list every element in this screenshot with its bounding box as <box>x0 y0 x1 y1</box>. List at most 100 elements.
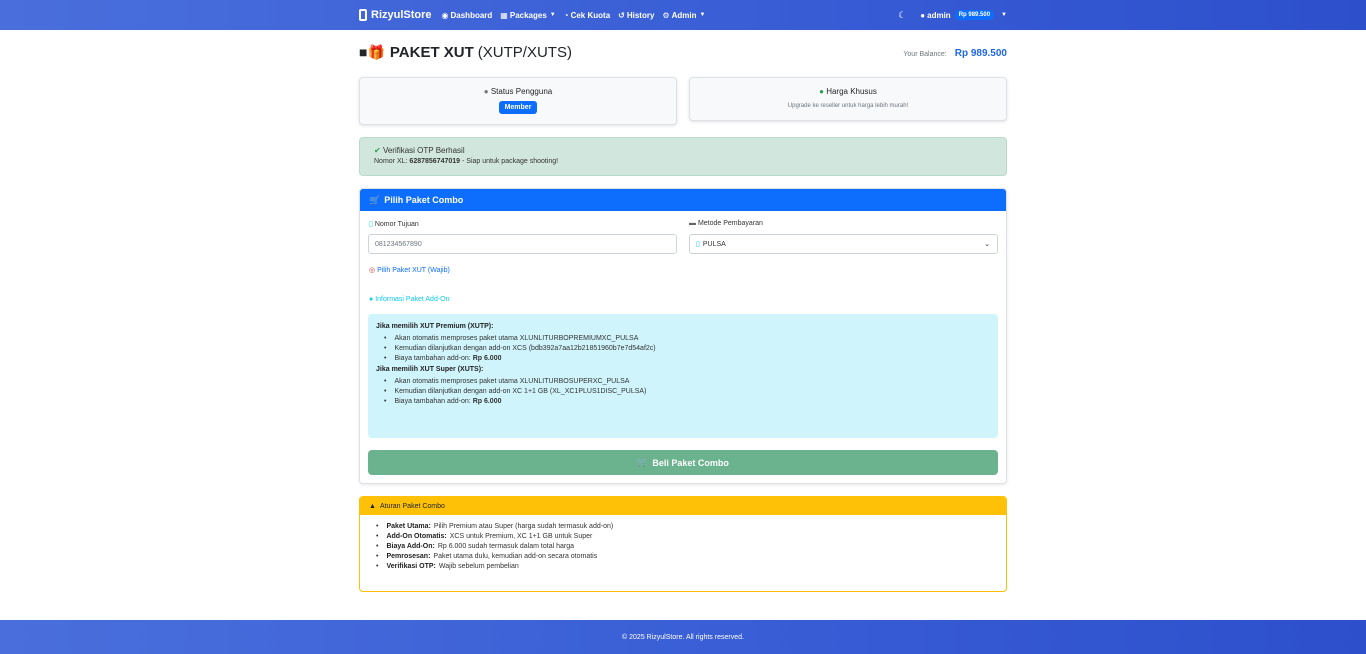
card-icon: ▬ <box>689 220 696 227</box>
money-icon: ● <box>819 87 824 96</box>
list-item: Kemudian dilanjutkan dengan add-on XC 1+… <box>384 388 990 395</box>
rule-text: Wajib sebelum pembelian <box>438 563 519 570</box>
nav-cek-kuota-label: Cek Kuota <box>570 10 611 20</box>
brand-name: RizyulStore <box>371 9 432 21</box>
rule-text: Rp 6.000 sudah termasuk dalam total harg… <box>437 543 575 550</box>
check-icon: ✔ <box>374 146 381 155</box>
payment-method-label: ▬ Metode Pembayaran <box>689 220 763 227</box>
target-icon: ◎ <box>369 267 376 274</box>
rule-text: XCS untuk Premium, XC 1+1 GB untuk Super <box>449 533 593 540</box>
user-name: admin <box>927 10 951 20</box>
list-item: Biaya Add-On:Rp 6.000 sudah termasuk dal… <box>376 543 1006 550</box>
otp-number-line: Nomor XL: 6287856747019 - Siap untuk pac… <box>374 158 992 165</box>
otp-success-alert: ✔ Verifikasi OTP Berhasil Nomor XL: 6287… <box>359 137 1007 176</box>
user-menu[interactable]: ● admin Rp 989.500 ▼ <box>920 10 1007 20</box>
phone-icon: ▯ <box>369 221 373 228</box>
brand-link[interactable]: RizyulStore <box>359 9 432 21</box>
list-item: Paket Utama:Pilih Premium atau Super (ha… <box>376 523 1006 530</box>
combo-card-header: 🛒 Pilih Paket Combo <box>360 189 1006 211</box>
nav-cek-kuota[interactable]: ◔ Cek Kuota <box>564 11 610 20</box>
cart-icon: 🛒 <box>369 194 381 205</box>
combo-card: 🛒 Pilih Paket Combo ▯ Nomor Tujuan 08123… <box>359 188 1007 484</box>
super-title: Jika memilih XUT Super (XUTS): <box>376 366 484 373</box>
nav-dashboard[interactable]: ◉ Dashboard <box>442 11 493 20</box>
rule-key: Pemrosesan: <box>386 553 431 560</box>
list-item: Akan otomatis memproses paket utama XLUN… <box>384 335 990 342</box>
user-icon: ● <box>920 10 926 20</box>
super-list: Akan otomatis memproses paket utama XLUN… <box>384 378 990 405</box>
chevron-down-icon: ⌄ <box>984 241 990 248</box>
box-icon: ▦ <box>500 10 508 20</box>
combo-card-title: Pilih Paket Combo <box>384 195 464 205</box>
otp-number-suffix: - Siap untuk package shooting! <box>462 158 559 165</box>
target-number-label: ▯ Nomor Tujuan <box>369 220 419 228</box>
cart-icon: 🛒 <box>637 457 649 467</box>
rules-card: ▲ Aturan Paket Combo Paket Utama:Pilih P… <box>359 496 1007 592</box>
list-item: Biaya tambahan add-on: Rp 6.000 <box>384 398 990 405</box>
otp-number: 6287856747019 <box>409 158 461 165</box>
info-icon: ● <box>369 296 374 303</box>
price-card-title: ● Harga Khusus <box>690 87 1006 96</box>
list-item: Biaya tambahan add-on: Rp 6.000 <box>384 355 990 362</box>
page-title-main: PAKET XUT <box>389 44 474 61</box>
otp-title: ✔ Verifikasi OTP Berhasil <box>374 146 992 155</box>
balance-value: Rp 989.500 <box>954 48 1007 59</box>
target-number-input[interactable]: 081234567890 <box>368 234 677 254</box>
premium-cost-label: Biaya tambahan add-on: <box>394 355 471 362</box>
target-number-placeholder: 081234567890 <box>375 240 422 248</box>
rule-key: Verifikasi OTP: <box>386 563 436 570</box>
gear-icon: ⚙ <box>662 10 670 20</box>
nav-admin[interactable]: ⚙ Admin ▼ <box>662 11 705 20</box>
balance-display: Your Balance: Rp 989.500 <box>903 48 1007 59</box>
rules-card-title: Aturan Paket Combo <box>379 502 445 510</box>
rules-list: Paket Utama:Pilih Premium atau Super (ha… <box>376 523 1006 570</box>
rule-key: Paket Utama: <box>386 523 431 530</box>
navbar: RizyulStore ◉ Dashboard ▦ Packages ▼ ◔ C… <box>0 0 1366 30</box>
payment-method-value: PULSA <box>702 240 726 248</box>
nav-history[interactable]: ↺ History <box>618 11 654 20</box>
rule-text: Pilih Premium atau Super (harga sudah te… <box>433 523 614 530</box>
list-item: Akan otomatis memproses paket utama XLUN… <box>384 378 990 385</box>
status-card-title-text: Status Pengguna <box>490 87 553 96</box>
list-item: Add-On Otomatis:XCS untuk Premium, XC 1+… <box>376 533 1006 540</box>
nav-history-label: History <box>626 10 655 20</box>
rule-key: Biaya Add-On: <box>386 543 435 550</box>
choose-xut-link-text: Pilih Paket XUT (Wajib) <box>377 267 450 274</box>
rules-card-header: ▲ Aturan Paket Combo <box>360 497 1006 515</box>
nav-packages[interactable]: ▦ Packages ▼ <box>500 11 555 20</box>
premium-title: Jika memilih XUT Premium (XUTP): <box>376 323 494 330</box>
buy-combo-button-label: Beli Paket Combo <box>652 457 729 468</box>
addon-info-link[interactable]: ● Informasi Paket Add-On <box>369 296 450 303</box>
rule-key: Add-On Otomatis: <box>386 533 447 540</box>
page-title-sub: (XUTP/XUTS) <box>477 44 572 61</box>
list-item: Kemudian dilanjutkan dengan add-on XCS (… <box>384 345 990 352</box>
gift-icon: ■🎁 <box>359 44 385 60</box>
nav-dashboard-label: Dashboard <box>450 10 493 20</box>
page-title: ■🎁 PAKET XUT (XUTP/XUTS) <box>359 44 572 61</box>
status-card: ● Status Pengguna Member <box>359 77 677 125</box>
footer: © 2025 RizyulStore. All rights reserved. <box>0 620 1366 654</box>
chevron-down-icon: ▼ <box>549 12 556 18</box>
moon-icon[interactable]: ☾ <box>898 10 906 21</box>
addon-info-box: Jika memilih XUT Premium (XUTP): Akan ot… <box>368 314 998 438</box>
target-number-label-text: Nomor Tujuan <box>374 221 419 228</box>
price-card: ● Harga Khusus Upgrade ke reseller untuk… <box>689 77 1007 121</box>
addon-info-link-text: Informasi Paket Add-On <box>375 296 450 303</box>
phone-icon <box>359 9 367 21</box>
nav-packages-label: Packages <box>509 10 547 20</box>
balance-badge: Rp 989.500 <box>954 10 995 20</box>
buy-combo-button[interactable]: 🛒 Beli Paket Combo <box>368 450 998 475</box>
price-card-title-text: Harga Khusus <box>826 87 877 96</box>
payment-method-select[interactable]: ▯ PULSA ⌄ <box>689 234 998 254</box>
member-badge: Member <box>498 101 538 114</box>
phone-icon: ▯ <box>696 241 700 248</box>
otp-number-label: Nomor XL: <box>374 158 408 165</box>
footer-text: © 2025 RizyulStore. All rights reserved. <box>622 633 744 641</box>
super-cost-label: Biaya tambahan add-on: <box>394 398 471 405</box>
history-icon: ↺ <box>618 10 625 20</box>
chart-icon: ◔ <box>563 10 569 20</box>
chevron-down-icon: ▼ <box>1001 12 1007 18</box>
list-item: Pemrosesan:Paket utama dulu, kemudian ad… <box>376 553 1006 560</box>
user-status-icon: ● <box>483 87 489 96</box>
choose-xut-link[interactable]: ◎ Pilih Paket XUT (Wajib) <box>369 266 450 274</box>
